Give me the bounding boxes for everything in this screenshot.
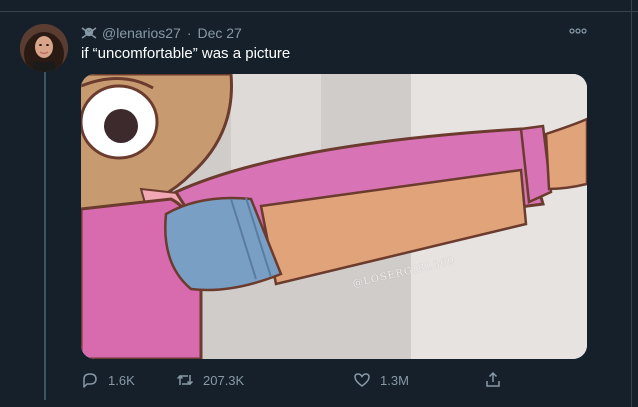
tweet-header: @lenarios27 · Dec 27 [81, 24, 242, 42]
username-handle[interactable]: @lenarios27 [102, 25, 181, 41]
thread-line [44, 70, 46, 400]
reply-button[interactable]: 1.6K [81, 371, 135, 389]
retweet-icon [176, 374, 194, 386]
share-icon [486, 371, 500, 387]
right-divider [631, 0, 632, 407]
share-button[interactable] [484, 371, 502, 389]
retweet-button[interactable]: 207.3K [176, 371, 244, 389]
reply-count: 1.6K [108, 372, 135, 388]
separator-dot: · [186, 25, 192, 41]
like-button[interactable]: 1.3M [353, 371, 409, 389]
avatar[interactable] [20, 24, 68, 72]
tweet-date[interactable]: Dec 27 [197, 25, 241, 41]
tweet-actions: 1.6K 207.3K 1.3M [81, 371, 511, 389]
like-count: 1.3M [380, 372, 409, 388]
skull-crossbones-icon [81, 26, 97, 40]
retweet-count: 207.3K [203, 372, 245, 388]
tweet-media-image[interactable]: @LOSERGIRL369 [81, 74, 587, 359]
tweet-text: if “uncomfortable” was a picture [81, 45, 291, 62]
reply-icon [83, 373, 97, 388]
heart-icon [354, 373, 370, 387]
more-options-icon[interactable] [567, 24, 589, 38]
top-divider [0, 11, 638, 12]
